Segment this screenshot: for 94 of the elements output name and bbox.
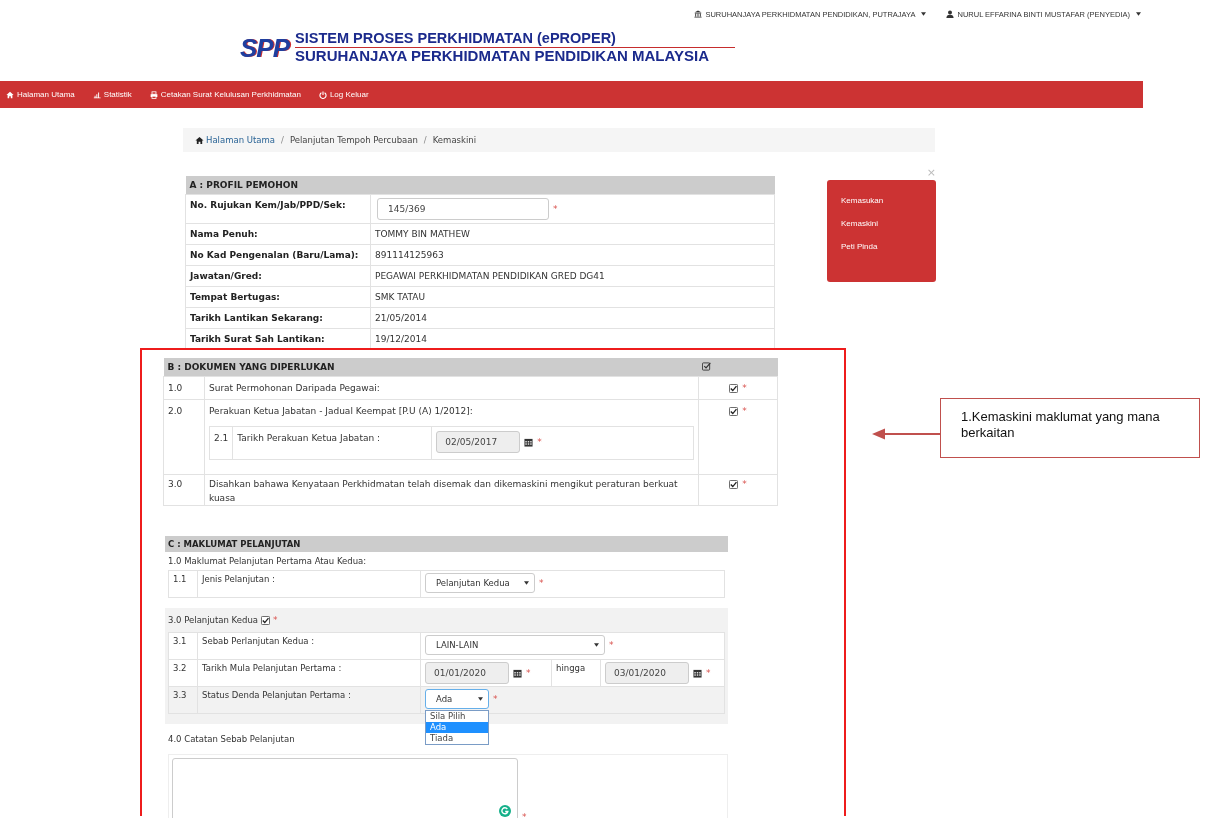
check-square-icon (702, 361, 712, 371)
document-label: Perakuan Ketua Jabatan - Jadual Keempat [P.U (A) 1/2012]: (209, 405, 474, 418)
field-value: PEGAWAI PERKHIDMATAN PENDIDIKAN GRED DG41 (375, 271, 605, 281)
callout-note: 1.Kemaskini maklumat yang mana berkaitan (940, 398, 1200, 458)
document-label: Surat Permohonan Daripada Pegawai: (209, 382, 381, 395)
item-number: 3.3 (168, 686, 198, 714)
side-menu-link[interactable]: Kemaskini (841, 219, 936, 228)
field-label: Nama Penuh: (185, 223, 371, 245)
caret-icon (524, 581, 529, 585)
field-label: No. Rujukan Kem/Jab/PPD/Sek: (185, 194, 371, 224)
required-mark: * (539, 578, 544, 588)
required-mark: * (742, 478, 747, 491)
item-number: 2.0 (163, 399, 205, 475)
breadcrumb-item: Kemaskini (432, 135, 477, 145)
date-input[interactable]: 02/05/2017 (436, 431, 521, 453)
breadcrumb-link[interactable]: Halaman Utama (195, 135, 275, 145)
range-separator-label: hingga (551, 660, 601, 686)
calendar-icon[interactable] (524, 437, 534, 447)
field-value: 891114125963 (375, 250, 444, 260)
field-label: Sebab Perlanjutan Kedua : (197, 632, 421, 660)
nav-link[interactable]: Halaman Utama (6, 90, 75, 99)
system-subtitle: SURUHANJAYA PERKHIDMATAN PENDIDIKAN MALAYSIA (295, 48, 710, 65)
required-mark: * (706, 668, 711, 678)
document-label: Disahkan bahawa Kenyataan Perkhidmatan telah disemak dan dikemaskini mengikut peraturan berkuat kuasa (209, 478, 679, 505)
field-value: 19/12/2014 (375, 334, 427, 344)
select-field[interactable]: Ada (425, 689, 489, 709)
field-label: Jenis Pelanjutan : (197, 570, 421, 598)
select-field[interactable]: LAIN-LAIN (425, 635, 605, 655)
side-menu-link[interactable]: Peti Pinda (841, 242, 936, 251)
required-mark: * (609, 640, 614, 650)
field-label: Tempat Bertugas: (185, 286, 371, 308)
breadcrumb-separator: / (423, 135, 427, 145)
select-field[interactable]: Pelanjutan Kedua (425, 573, 535, 593)
system-title: SISTEM PROSES PERKHIDMATAN (ePROPER) (295, 31, 736, 49)
nav-link[interactable]: Statistik (92, 90, 132, 99)
date-input[interactable]: 03/01/2020 (605, 662, 689, 684)
field-label: Tarikh Surat Sah Lantikan: (185, 328, 371, 350)
required-mark: * (493, 694, 498, 704)
calendar-icon[interactable] (693, 668, 702, 678)
required-mark: * (522, 812, 527, 818)
callout-arrow (872, 427, 940, 441)
group-heading: 4.0 Catatan Sebab Pelanjutan (168, 734, 295, 744)
field-value: SMK TATAU (375, 292, 426, 302)
home-icon (6, 90, 14, 99)
bar-chart-icon (92, 90, 101, 99)
bank-icon (694, 10, 703, 18)
field-label: Jawatan/Gred: (185, 265, 371, 287)
section-header: C : MAKLUMAT PELANJUTAN (165, 536, 728, 552)
item-number: 3.2 (168, 659, 198, 687)
reference-input[interactable]: 145/369 (377, 198, 549, 220)
section-header: B : DOKUMEN YANG DIPERLUKAN (163, 358, 699, 377)
required-mark: * (742, 382, 747, 395)
field-label: No Kad Pengenalan (Baru/Lama): (185, 244, 371, 266)
dropdown-option[interactable]: Tiada (426, 733, 488, 744)
checkbox[interactable] (729, 383, 739, 393)
section-header: A : PROFIL PEMOHON (185, 176, 775, 195)
required-mark: * (273, 614, 278, 627)
checkbox[interactable] (729, 406, 739, 416)
caret-icon (921, 12, 927, 16)
item-number: 1.0 (163, 376, 205, 400)
field-label: Status Denda Pelanjutan Pertama : (197, 686, 421, 714)
item-number: 1.1 (168, 570, 198, 598)
required-mark: * (742, 405, 747, 418)
printer-icon (149, 90, 158, 99)
group-heading: 3.0 Pelanjutan Kedua (168, 614, 258, 627)
group-heading: 1.0 Maklumat Pelanjutan Pertama Atau Kedua: (168, 556, 367, 566)
field-value: 21/05/2014 (375, 313, 427, 323)
field-label: Tarikh Perakuan Ketua Jabatan : (232, 426, 432, 460)
breadcrumb-separator: / (281, 135, 284, 145)
item-number: 3.1 (168, 632, 198, 660)
caret-icon (478, 697, 483, 701)
dropdown-option[interactable]: Sila Pilih (426, 711, 488, 722)
item-number: 2.1 (209, 426, 233, 460)
power-icon (318, 90, 327, 99)
required-mark: * (526, 668, 531, 678)
nav-link[interactable]: Log Keluar (318, 90, 369, 99)
field-label: Tarikh Mula Pelanjutan Pertama : (197, 659, 421, 687)
breadcrumb-item: Pelanjutan Tempoh Percubaan (289, 135, 418, 145)
caret-icon (1136, 12, 1141, 16)
field-label: Tarikh Lantikan Sekarang: (185, 307, 371, 329)
required-mark: * (537, 436, 542, 449)
side-menu-link[interactable]: Kemasukan (841, 196, 936, 205)
caret-icon (594, 643, 599, 647)
required-mark: * (553, 203, 558, 216)
nav-link[interactable]: Cetakan Surat Kelulusan Perkhidmatan (149, 90, 301, 99)
home-icon (195, 135, 204, 145)
user-icon (946, 10, 955, 18)
date-input[interactable]: 01/01/2020 (425, 662, 509, 684)
calendar-icon[interactable] (513, 668, 522, 678)
logo-mark: SPP (240, 32, 290, 64)
item-number: 3.0 (163, 474, 205, 506)
field-value: TOMMY BIN MATHEW (375, 229, 470, 239)
checkbox[interactable] (261, 615, 270, 625)
checkbox[interactable] (729, 479, 739, 489)
